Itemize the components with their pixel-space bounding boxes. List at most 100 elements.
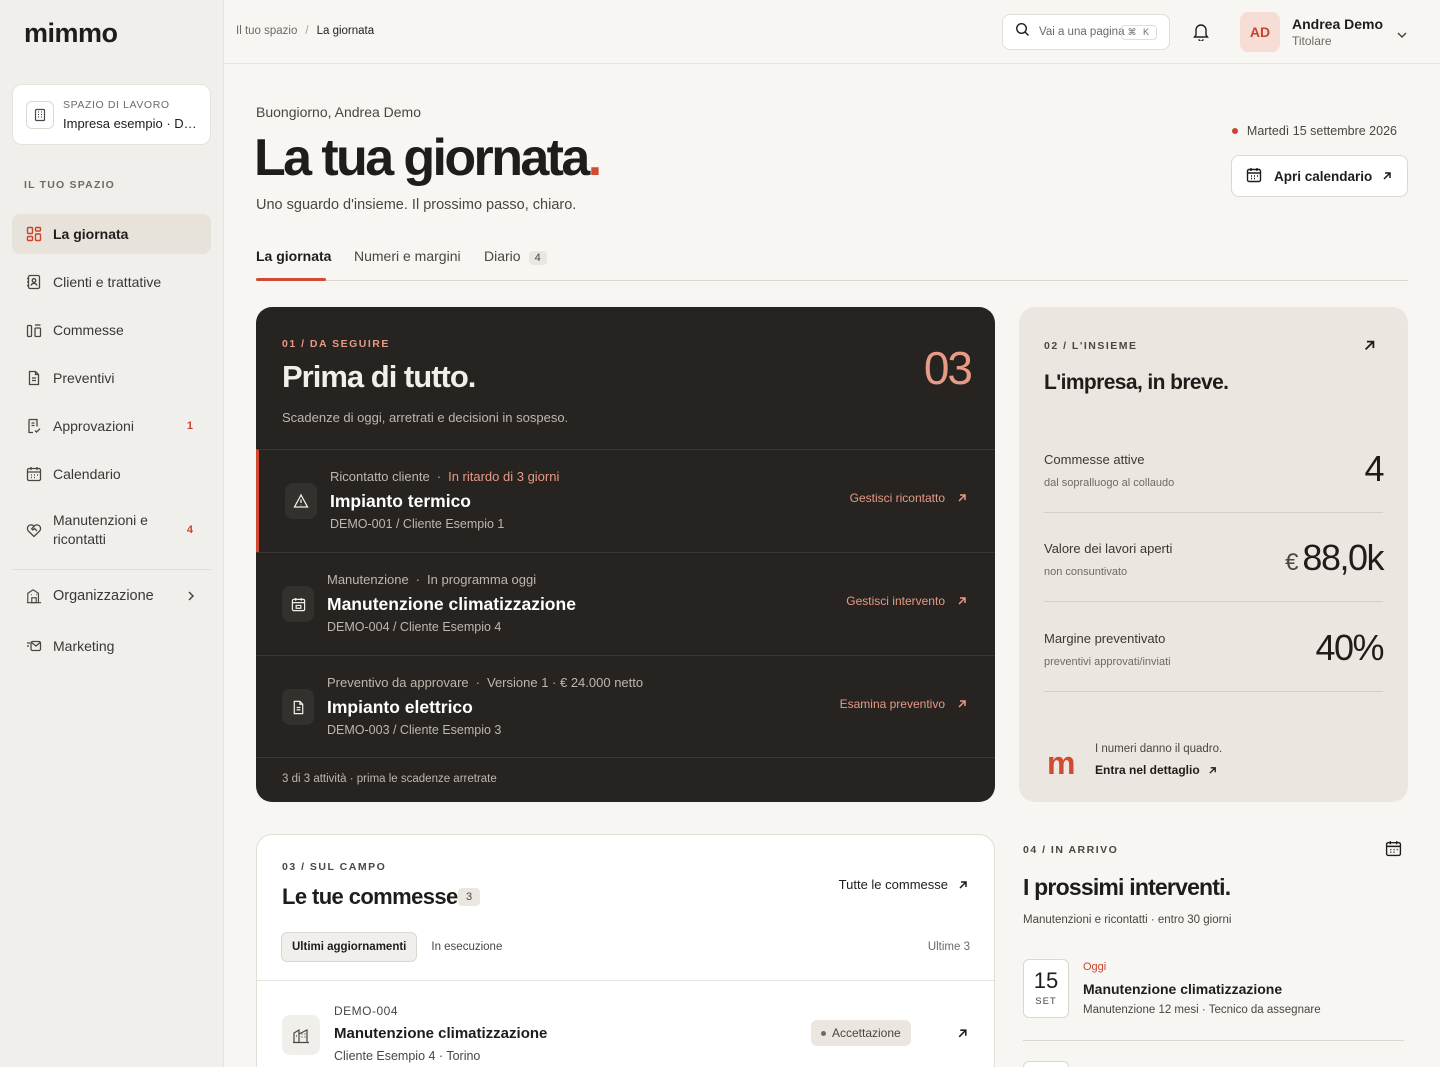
metric-row: Valore dei lavori aperti non consuntivat… <box>1044 513 1384 602</box>
task-row[interactable]: Ricontatto cliente · In ritardo di 3 giorn… <box>256 449 995 552</box>
app-logo[interactable]: mimmo <box>24 18 118 49</box>
event-title[interactable]: Manutenzione climatizzazione <box>1083 981 1282 997</box>
section-title: L'impresa, in breve. <box>1044 371 1229 394</box>
arrow-up-right-icon <box>959 880 967 889</box>
metric-value: 4 <box>1364 448 1384 489</box>
sidebar-item-la-giornata[interactable]: La giornata <box>12 214 211 254</box>
tab-active-indicator <box>256 278 326 281</box>
task-title: Manutenzione climatizzazione <box>327 594 576 614</box>
divider <box>1023 1040 1404 1041</box>
task-meta: Ricontatto cliente · In ritardo di 3 giorn… <box>330 469 560 484</box>
document-icon <box>282 689 314 725</box>
arrow-up-right-icon <box>958 494 966 502</box>
metric-subtitle: dal sopralluogo al collaudo <box>1044 477 1175 489</box>
event-tag: Oggi <box>1083 961 1107 973</box>
overview-detail-link[interactable]: Entra nel dettaglio <box>1095 763 1217 777</box>
focus-footer: 3 di 3 attività · prima le scadenze arre… <box>256 757 995 802</box>
sidebar-item-commesse[interactable]: Commesse <box>12 310 211 350</box>
section-kicker: 04 / IN ARRIVO <box>1023 844 1119 856</box>
overview-card: 02 / L'INSIEME L'impresa, in breve. Comm… <box>1019 307 1408 802</box>
filter-in-progress[interactable]: In esecuzione <box>431 941 502 953</box>
grid-icon <box>26 226 42 242</box>
sidebar-item-preventivi[interactable]: Preventivi <box>12 358 211 398</box>
sidebar-item-label: Commesse <box>53 321 124 338</box>
task-reference: DEMO-001 / Cliente Esempio 1 <box>330 517 505 531</box>
sidebar-item-clienti[interactable]: Clienti e trattative <box>12 262 211 302</box>
warning-icon <box>285 483 317 519</box>
task-reference: DEMO-004 / Cliente Esempio 4 <box>327 620 502 634</box>
arrow-up-right-icon[interactable] <box>1363 339 1376 357</box>
workspace-name: Impresa esempio · Demo <box>63 116 203 131</box>
document-icon <box>26 370 42 386</box>
section-kicker: 02 / L'INSIEME <box>1044 340 1138 352</box>
all-jobs-link[interactable]: Tutte le commesse <box>839 877 968 892</box>
approval-icon <box>26 418 42 434</box>
sidebar-section-title: IL TUO SPAZIO <box>24 179 116 191</box>
job-title[interactable]: Manutenzione climatizzazione <box>334 1025 547 1042</box>
sidebar-item-approvazioni[interactable]: Approvazioni 1 <box>12 406 211 446</box>
workspace-switcher[interactable]: SPAZIO DI LAVORO Impresa esempio · Demo <box>12 84 211 145</box>
metric-value: 40% <box>1315 627 1384 668</box>
arrow-up-right-icon[interactable] <box>957 1026 968 1044</box>
metric-row: Commesse attive dal sopralluogo al colla… <box>1044 424 1384 513</box>
sidebar-item-label: La giornata <box>53 225 129 242</box>
metric-label: Commesse attive <box>1044 452 1145 467</box>
heart-handshake-icon <box>26 522 42 538</box>
search-input[interactable]: Vai a una pagina ⌘ K <box>1002 14 1170 50</box>
building-icon <box>282 1015 320 1055</box>
job-client: Cliente Esempio 4 · Torino <box>334 1049 481 1063</box>
chevron-right-icon <box>187 590 195 602</box>
calendar-icon[interactable] <box>1385 840 1402 862</box>
sidebar-item-calendario[interactable]: Calendario <box>12 454 211 494</box>
breadcrumb-current: La giornata <box>316 25 375 37</box>
task-action-button[interactable]: Gestisci intervento <box>846 594 967 608</box>
filter-latest-updates[interactable]: Ultimi aggiornamenti <box>281 932 418 962</box>
breadcrumb: Il tuo spazio / La giornata <box>236 25 375 37</box>
metric-value: €88,0k <box>1285 537 1384 578</box>
sidebar-item-label: Marketing <box>53 637 115 654</box>
task-row[interactable]: Preventivo da approvare · Versione 1 · € 2… <box>256 655 995 758</box>
avatar[interactable]: AD <box>1240 12 1280 52</box>
event-detail: Manutenzione 12 mesi · Tecnico da assegn… <box>1083 1004 1321 1016</box>
tab-numeri-margini[interactable]: Numeri e margini <box>354 248 461 264</box>
contacts-icon <box>26 274 42 290</box>
task-row[interactable]: Manutenzione · In programma oggi Manutenzi… <box>256 552 995 655</box>
arrow-up-right-icon <box>958 597 966 605</box>
greeting: Buongiorno, Andrea Demo <box>256 104 421 120</box>
task-action-button[interactable]: Gestisci ricontatto <box>850 491 967 505</box>
jobs-range: Ultime 3 <box>927 941 970 953</box>
job-code: DEMO-004 <box>334 1004 399 1018</box>
search-placeholder: Vai a una pagina <box>1039 26 1125 38</box>
task-action-button[interactable]: Esamina preventivo <box>840 697 967 711</box>
section-title: Prima di tutto. <box>282 359 476 394</box>
sidebar-item-label: Preventivi <box>53 369 115 386</box>
task-meta: Manutenzione · In programma oggi <box>327 572 537 587</box>
sidebar-item-marketing[interactable]: Marketing <box>12 626 211 666</box>
sidebar-item-organizzazione[interactable]: Organizzazione <box>12 576 211 616</box>
tab-bar: La giornata Numeri e margini Diario 4 <box>256 246 1408 281</box>
calendar-icon <box>282 586 314 622</box>
section-title: Le tue commesse <box>282 884 458 909</box>
sidebar-item-manutenzioni[interactable]: Manutenzioni e ricontatti 4 <box>12 506 211 554</box>
bell-icon[interactable] <box>1192 22 1210 46</box>
user-name[interactable]: Andrea Demo <box>1292 16 1383 32</box>
sidebar-item-label: Clienti e trattative <box>53 273 162 290</box>
task-title: Impianto elettrico <box>327 697 473 717</box>
workspace-kicker: SPAZIO DI LAVORO <box>63 99 170 111</box>
arrow-up-right-icon <box>958 700 966 708</box>
jobs-icon <box>26 322 42 338</box>
chevron-down-icon[interactable] <box>1396 26 1408 44</box>
tab-diario[interactable]: Diario 4 <box>484 248 547 265</box>
task-meta: Preventivo da approvare · Versione 1 · € 2… <box>327 675 644 690</box>
event-date <box>1023 1061 1069 1067</box>
breadcrumb-link[interactable]: Il tuo spazio <box>236 25 297 37</box>
search-icon <box>1015 22 1030 42</box>
sidebar-item-label: Approvazioni <box>53 417 134 434</box>
page-subtitle: Uno sguardo d'insieme. Il prossimo passo… <box>256 197 577 213</box>
brand-mark: m <box>1047 745 1076 781</box>
tab-la-giornata[interactable]: La giornata <box>256 248 331 264</box>
open-calendar-button[interactable]: Apri calendario <box>1231 155 1408 197</box>
topbar: Il tuo spazio / La giornata Vai a una pagi… <box>224 0 1440 64</box>
metric-label: Margine preventivato <box>1044 631 1166 646</box>
task-title: Impianto termico <box>330 491 471 511</box>
